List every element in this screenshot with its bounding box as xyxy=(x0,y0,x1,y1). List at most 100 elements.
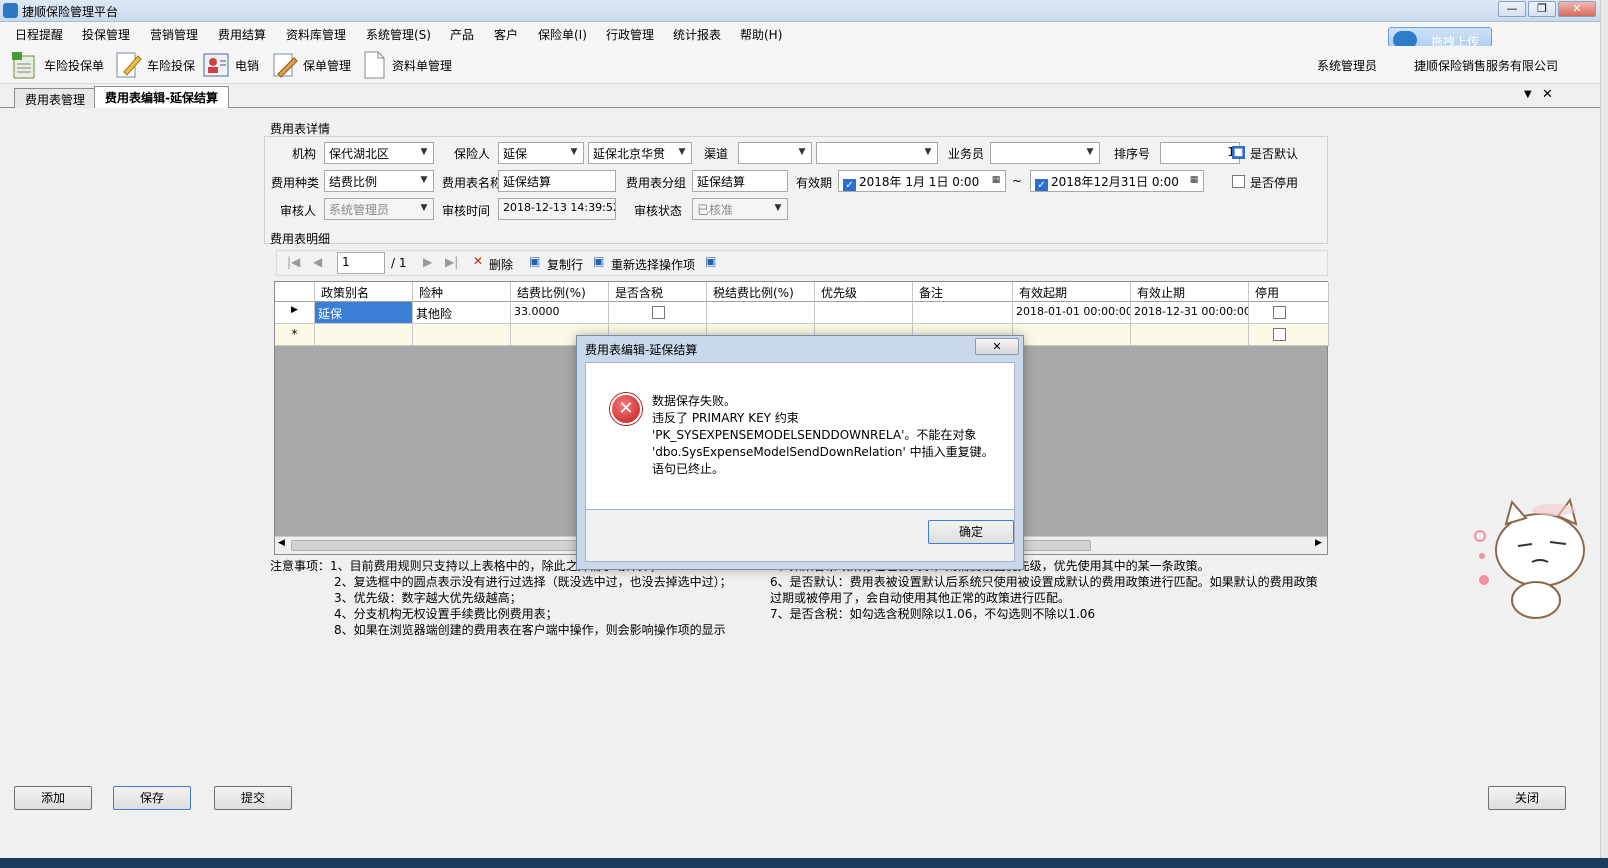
prev-page-icon[interactable]: ◀ xyxy=(313,255,322,269)
cell-ratio[interactable]: 33.0000 xyxy=(511,302,609,324)
menu-policy[interactable]: 保险单(I) xyxy=(538,26,587,43)
disabled-row-checkbox[interactable] xyxy=(1273,306,1286,319)
page-input[interactable]: 1 xyxy=(337,252,385,274)
default-checkbox[interactable]: ■ xyxy=(1232,146,1245,159)
new-disabled-checkbox[interactable] xyxy=(1273,328,1286,341)
menu-customer[interactable]: 客户 xyxy=(494,26,518,43)
cell-tax-ratio[interactable] xyxy=(707,302,815,324)
valid-from-value: 2018年 1月 1日 0:00 xyxy=(859,175,980,189)
group-input[interactable]: 延保结算 xyxy=(692,170,788,192)
error-icon: ✕ xyxy=(610,393,642,425)
save-button[interactable]: 保存 xyxy=(113,786,191,810)
tab-close-icon[interactable]: ✕ xyxy=(1542,87,1553,102)
valid-to-picker[interactable]: ✓ 2018年12月31日 0:00 ▦ xyxy=(1030,170,1204,192)
col-alias[interactable]: 政策别名 xyxy=(315,282,413,302)
channel-label: 渠道 xyxy=(704,147,729,161)
toolbar-car-insure[interactable]: 车险投保 xyxy=(147,57,195,74)
copy-row-icon: ▣ xyxy=(529,254,541,268)
submit-button[interactable]: 提交 xyxy=(214,786,292,810)
add-button[interactable]: 添加 xyxy=(14,786,92,810)
note-left-5: 8、如果在浏览器端创建的费用表在客户端中操作，则会影响操作项的显示 xyxy=(334,623,726,637)
cell-alias[interactable]: 延保 xyxy=(315,302,413,324)
dialog-close-icon[interactable]: ✕ xyxy=(975,338,1019,355)
last-page-icon[interactable]: ▶| xyxy=(445,255,458,269)
menu-reports[interactable]: 统计报表 xyxy=(673,26,721,43)
cell-kind[interactable]: 其他险 xyxy=(413,302,511,324)
order-input[interactable]: 1 xyxy=(1160,142,1240,164)
menu-insure[interactable]: 投保管理 xyxy=(82,26,130,43)
minimize-button[interactable]: — xyxy=(1498,1,1526,17)
tab-expense-edit[interactable]: 费用表编辑-延保结算 xyxy=(94,86,229,108)
reviewer-label: 审核人 xyxy=(280,204,317,218)
delete-row-button[interactable]: 删除 xyxy=(489,256,513,273)
toolbar-telesales[interactable]: 电销 xyxy=(235,57,259,74)
col-remark[interactable]: 备注 xyxy=(913,282,1013,302)
next-page-icon[interactable]: ▶ xyxy=(423,255,432,269)
current-user: 系统管理员 xyxy=(1317,59,1378,73)
valid-to-value: 2018年12月31日 0:00 xyxy=(1051,175,1179,189)
valid-from-checkbox[interactable]: ✓ xyxy=(843,179,856,191)
scroll-right-icon[interactable]: ▶ xyxy=(1315,538,1322,548)
close-button[interactable]: 关闭 xyxy=(1488,786,1566,810)
reselect-actions-button[interactable]: 重新选择操作项 xyxy=(611,256,695,273)
new-cell-start[interactable] xyxy=(1013,324,1131,346)
image-icon[interactable]: ▣ xyxy=(705,254,716,268)
col-disabled[interactable]: 停用 xyxy=(1249,282,1329,302)
new-cell-alias[interactable] xyxy=(315,324,413,346)
toolbar-policy-manage[interactable]: 保单管理 xyxy=(303,57,351,74)
menu-help[interactable]: 帮助(H) xyxy=(740,26,782,43)
ok-button[interactable]: 确定 xyxy=(928,520,1014,544)
col-tax[interactable]: 是否含税 xyxy=(609,282,707,302)
menu-marketing[interactable]: 营销管理 xyxy=(150,26,198,43)
channel-select[interactable]: ▼ xyxy=(738,142,812,164)
col-kind[interactable]: 险种 xyxy=(413,282,511,302)
new-cell-end[interactable] xyxy=(1131,324,1249,346)
new-cell-kind[interactable] xyxy=(413,324,511,346)
tab-list-dropdown-icon[interactable]: ▼ xyxy=(1524,89,1532,100)
cell-priority[interactable] xyxy=(815,302,913,324)
chevron-down-icon: ▼ xyxy=(678,147,686,157)
name-input[interactable]: 延保结算 xyxy=(498,170,616,192)
maximize-button[interactable]: ❐ xyxy=(1528,1,1556,17)
menu-library[interactable]: 资料库管理 xyxy=(286,26,346,43)
cell-tax[interactable] xyxy=(609,302,707,324)
page-total: / 1 xyxy=(391,256,407,270)
salesman-select[interactable]: ▼ xyxy=(990,142,1100,164)
org-select[interactable]: 保代湖北区 ▼ xyxy=(324,142,434,164)
first-page-icon[interactable]: |◀ xyxy=(287,255,300,269)
insurer-branch-select[interactable]: 延保北京华贯 ▼ xyxy=(588,142,692,164)
col-tax-ratio[interactable]: 税结费比例(%) xyxy=(707,282,815,302)
cell-start[interactable]: 2018-01-01 00:00:00 xyxy=(1013,302,1131,324)
valid-from-picker[interactable]: ✓ 2018年 1月 1日 0:00 ▦ xyxy=(838,170,1006,192)
cell-end[interactable]: 2018-12-31 00:00:00 xyxy=(1131,302,1249,324)
type-select[interactable]: 结费比例 ▼ xyxy=(324,170,434,192)
new-cell-disabled[interactable] xyxy=(1249,324,1329,346)
close-window-button[interactable]: ✕ xyxy=(1558,1,1596,17)
tab-expense-manage[interactable]: 费用表管理 xyxy=(14,88,97,108)
menu-admin[interactable]: 行政管理 xyxy=(606,26,654,43)
col-start[interactable]: 有效起期 xyxy=(1013,282,1131,302)
toolbar-doc-manage[interactable]: 资料单管理 xyxy=(392,57,452,74)
insurer-select[interactable]: 延保 ▼ xyxy=(498,142,584,164)
channel-detail-select[interactable]: ▼ xyxy=(816,142,938,164)
menu-product[interactable]: 产品 xyxy=(450,26,474,43)
disabled-checkbox[interactable] xyxy=(1232,175,1245,188)
menu-bar: 日程提醒 投保管理 营销管理 费用结算 资料库管理 系统管理(S) 产品 客户 … xyxy=(0,22,1608,46)
chevron-down-icon: ▼ xyxy=(924,147,932,157)
toolbar-car-form[interactable]: 车险投保单 xyxy=(44,57,104,74)
note-left-2: 2、复选框中的圆点表示没有进行过选择（既没选中过，也没去掉选中过）； xyxy=(334,575,732,589)
scroll-left-icon[interactable]: ◀ xyxy=(278,538,285,548)
col-ratio[interactable]: 结费比例(%) xyxy=(511,282,609,302)
col-priority[interactable]: 优先级 xyxy=(815,282,913,302)
copy-row-button[interactable]: 复制行 xyxy=(547,256,583,273)
menu-settlement[interactable]: 费用结算 xyxy=(218,26,266,43)
col-end[interactable]: 有效止期 xyxy=(1131,282,1249,302)
delete-icon: ✕ xyxy=(473,254,484,268)
valid-to-checkbox[interactable]: ✓ xyxy=(1035,179,1048,191)
menu-system[interactable]: 系统管理(S) xyxy=(366,26,431,43)
menu-schedule[interactable]: 日程提醒 xyxy=(15,26,63,43)
tax-checkbox[interactable] xyxy=(652,306,665,319)
cell-disabled[interactable] xyxy=(1249,302,1329,324)
calendar-icon: ▦ xyxy=(1189,175,1199,185)
cell-remark[interactable] xyxy=(913,302,1013,324)
